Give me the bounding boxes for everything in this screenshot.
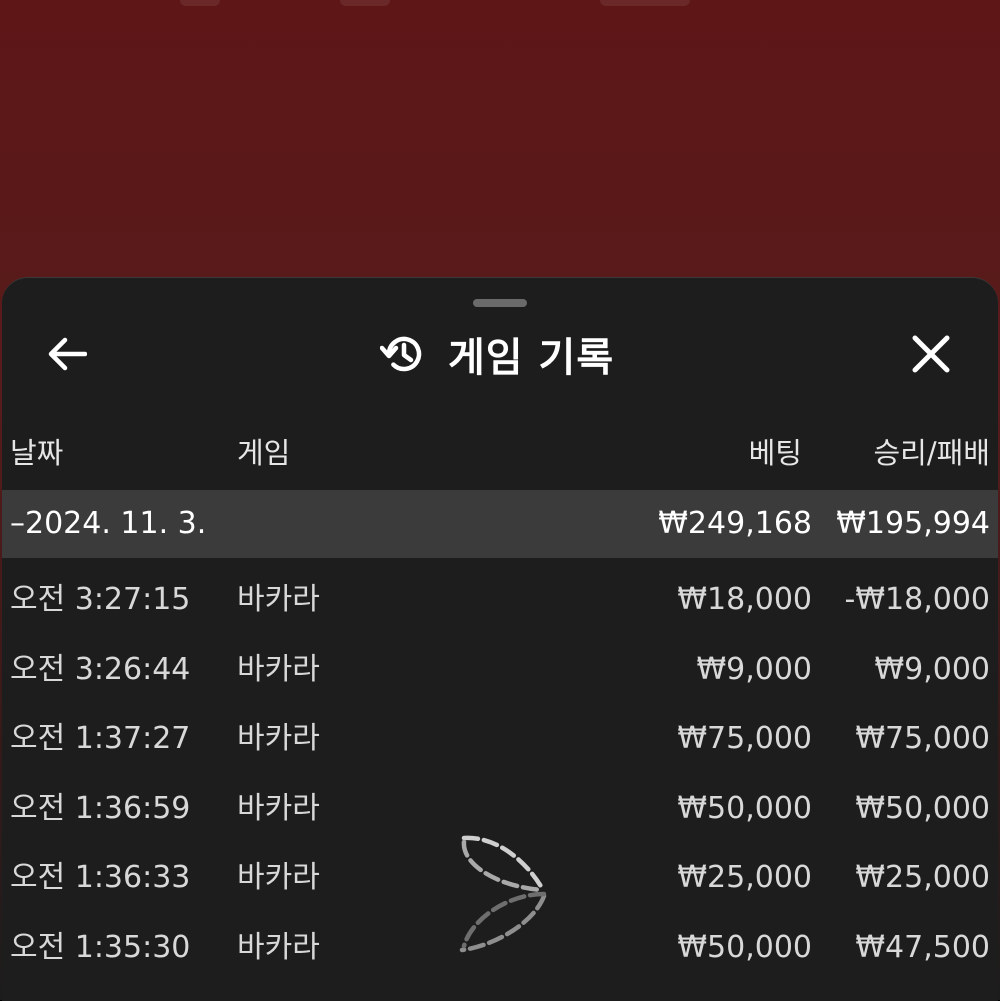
game-history-sheet: 게임 기록 날짜 게임 베팅 승리/패배 –2024. 11. 3. ₩249,…: [2, 277, 998, 1001]
sheet-title-group: 게임 기록: [380, 328, 615, 381]
row-result: ₩50,000: [855, 790, 990, 826]
row-result: -₩18,000: [844, 582, 990, 617]
table-row[interactable]: 오전 1:37:27 바카라 ₩75,000 ₩75,000: [2, 704, 998, 774]
table-header: 날짜 게임 베팅 승리/패배: [2, 431, 998, 475]
row-game: 바카라: [237, 790, 320, 826]
row-game: 바카라: [237, 582, 320, 617]
page-title: 게임 기록: [448, 335, 615, 381]
column-header-game: 게임: [237, 436, 291, 470]
group-result-total: ₩195,994: [836, 506, 990, 541]
row-bet: ₩50,000: [677, 929, 812, 965]
history-list: 오전 3:27:15 바카라 ₩18,000 -₩18,000 오전 3:26:…: [2, 565, 998, 983]
column-header-date: 날짜: [10, 436, 64, 470]
table-row[interactable]: 오전 3:26:44 바카라 ₩9,000 ₩9,000: [2, 635, 998, 705]
row-game: 바카라: [237, 860, 320, 896]
row-bet: ₩25,000: [677, 860, 812, 896]
row-bet: ₩75,000: [677, 721, 812, 757]
row-bet: ₩9,000: [696, 651, 812, 687]
row-result: ₩75,000: [855, 721, 990, 757]
row-time: 오전 1:36:59: [10, 790, 191, 826]
group-date: –2024. 11. 3.: [10, 506, 207, 541]
background-shape: [600, 0, 690, 6]
sheet-header: 게임 기록: [2, 318, 998, 390]
row-time: 오전 3:27:15: [10, 582, 191, 617]
row-result: ₩25,000: [855, 860, 990, 896]
row-result: ₩47,500: [855, 929, 990, 965]
row-bet: ₩18,000: [677, 582, 812, 617]
history-icon: [380, 336, 422, 372]
column-header-result: 승리/패배: [873, 436, 991, 470]
row-result: ₩9,000: [874, 651, 990, 687]
row-time: 오전 1:35:30: [10, 929, 191, 965]
row-game: 바카라: [237, 721, 320, 757]
sheet-grabber[interactable]: [473, 299, 527, 307]
row-bet: ₩50,000: [677, 790, 812, 826]
background-shape: [180, 0, 220, 6]
row-game: 바카라: [237, 651, 320, 687]
column-header-bet: 베팅: [748, 436, 802, 470]
row-time: 오전 3:26:44: [10, 651, 191, 687]
close-button[interactable]: [906, 330, 956, 378]
row-time: 오전 1:36:33: [10, 860, 191, 896]
row-time: 오전 1:37:27: [10, 721, 191, 757]
back-button[interactable]: [42, 332, 92, 376]
close-icon: [912, 335, 950, 373]
date-group-row[interactable]: –2024. 11. 3. ₩249,168 ₩195,994: [2, 490, 998, 558]
table-row[interactable]: 오전 1:36:33 바카라 ₩25,000 ₩25,000: [2, 843, 998, 913]
group-bet-total: ₩249,168: [658, 506, 812, 541]
table-row[interactable]: 오전 1:36:59 바카라 ₩50,000 ₩50,000: [2, 774, 998, 844]
arrow-left-icon: [48, 337, 87, 371]
background-shape: [340, 0, 390, 6]
table-row[interactable]: 오전 3:27:15 바카라 ₩18,000 -₩18,000: [2, 565, 998, 635]
table-row[interactable]: 오전 1:35:30 바카라 ₩50,000 ₩47,500: [2, 913, 998, 983]
row-game: 바카라: [237, 929, 320, 965]
